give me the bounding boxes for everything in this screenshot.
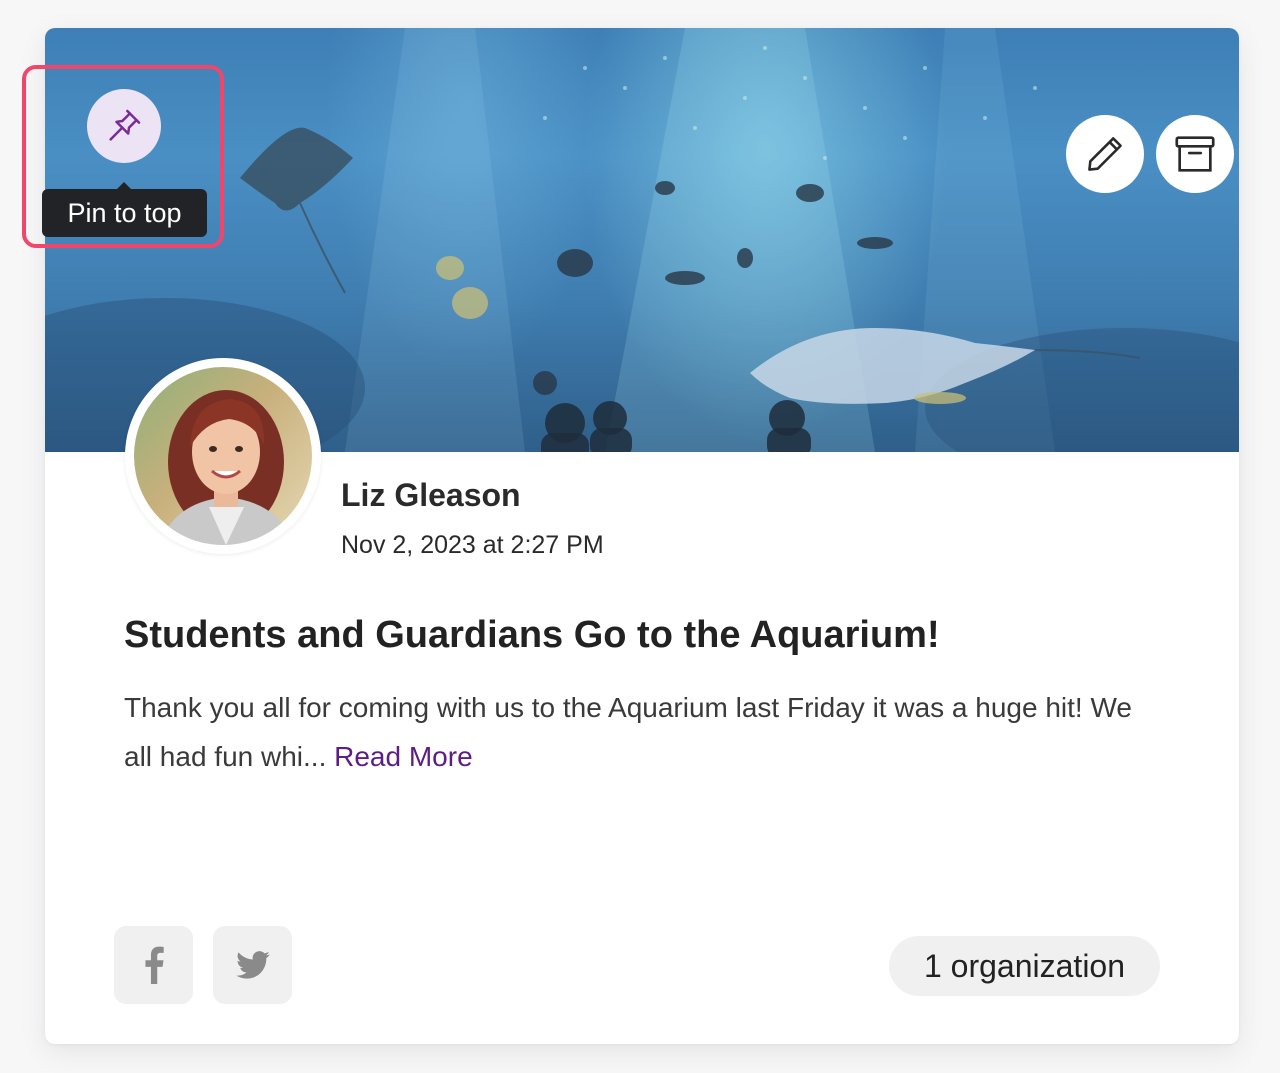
audience-badge[interactable]: 1 organization bbox=[889, 936, 1160, 996]
facebook-share-button[interactable] bbox=[114, 926, 193, 1004]
pin-tooltip: Pin to top bbox=[42, 182, 207, 237]
post-title: Students and Guardians Go to the Aquariu… bbox=[124, 614, 940, 656]
post-excerpt: Thank you all for coming with us to the … bbox=[124, 683, 1164, 781]
edit-button[interactable] bbox=[1066, 115, 1144, 193]
post-date: Nov 2, 2023 at 2:27 PM bbox=[341, 531, 604, 559]
read-more-link[interactable]: Read More bbox=[334, 741, 473, 772]
facebook-icon bbox=[144, 946, 164, 984]
pushpin-icon bbox=[109, 109, 141, 141]
archive-button[interactable] bbox=[1156, 115, 1234, 193]
twitter-icon bbox=[235, 951, 270, 979]
excerpt-text: Thank you all for coming with us to the … bbox=[124, 692, 1132, 772]
twitter-share-button[interactable] bbox=[213, 926, 292, 1004]
pin-to-top-button[interactable] bbox=[87, 89, 161, 163]
pencil-icon bbox=[1088, 137, 1122, 171]
avatar-photo bbox=[134, 367, 312, 545]
archive-box-icon bbox=[1175, 136, 1215, 172]
author-name: Liz Gleason bbox=[341, 477, 521, 513]
post-card: Liz Gleason Nov 2, 2023 at 2:27 PM Stude… bbox=[45, 28, 1239, 1044]
avatar bbox=[125, 358, 321, 554]
